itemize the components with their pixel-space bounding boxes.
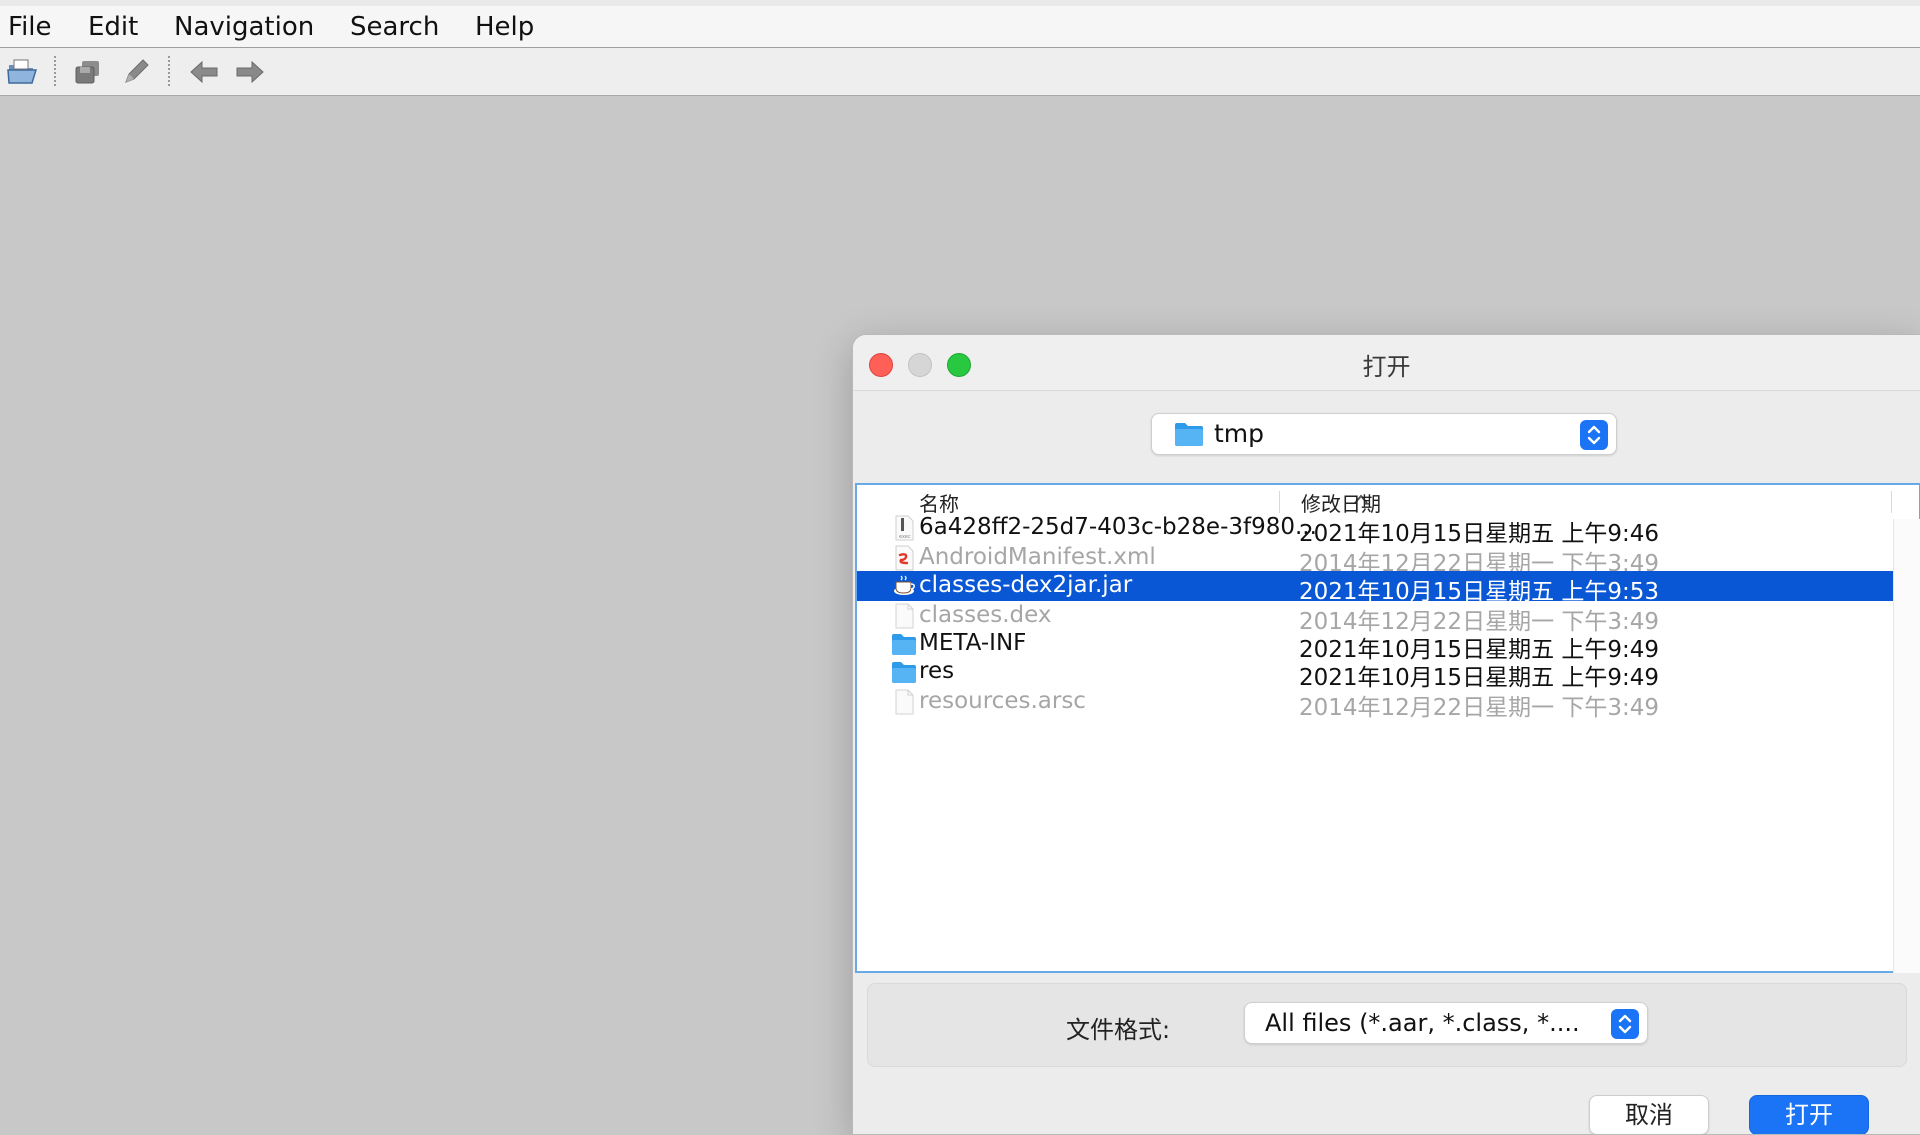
file-list[interactable]: 名称 修改日期 exec 6a428ff2-25d7-403c-b28e-3f9… [855, 483, 1920, 973]
folder-icon [892, 662, 916, 683]
xml-file-icon [895, 545, 914, 571]
folder-select[interactable]: tmp [1151, 413, 1617, 455]
menu-navigation[interactable]: Navigation [174, 12, 314, 42]
cancel-button[interactable]: 取消 [1589, 1095, 1709, 1134]
file-format-value: All files (*.aar, *.class, *.... [1265, 1009, 1580, 1037]
menu-bar: File Edit Navigation Search Help [0, 0, 1920, 48]
file-name: META-INF [919, 630, 1027, 656]
forward-arrow-icon[interactable] [234, 56, 266, 88]
toolbar-separator [54, 56, 56, 86]
open-button[interactable]: 打开 [1749, 1095, 1869, 1134]
chevron-up-down-icon [1618, 1014, 1632, 1034]
folder-icon [1175, 423, 1203, 446]
file-date: 2014年12月22日星期一 下午3:49 [1299, 695, 1660, 721]
file-name: res [919, 658, 955, 684]
file-row[interactable]: res 2021年10月15日星期五 上午9:49 [857, 657, 1893, 691]
file-row[interactable]: resources.arsc 2014年12月22日星期一 下午3:49 [857, 687, 1893, 721]
file-format-label: 文件格式: [1066, 1016, 1171, 1044]
column-divider [1891, 491, 1892, 513]
toolbar-separator [168, 56, 170, 86]
file-format-select[interactable]: All files (*.aar, *.class, *.... [1244, 1002, 1648, 1044]
edit-pencil-icon[interactable] [120, 56, 152, 88]
file-name: resources.arsc [919, 688, 1086, 714]
menu-edit[interactable]: Edit [88, 12, 138, 42]
vertical-scrollbar[interactable] [1893, 519, 1920, 973]
open-file-icon[interactable] [6, 56, 38, 88]
save-all-icon[interactable] [72, 56, 104, 88]
file-format-stepper[interactable] [1611, 1009, 1639, 1039]
menu-help[interactable]: Help [475, 12, 534, 42]
toolbar [0, 48, 1920, 96]
file-icon: exec [895, 515, 914, 541]
svg-text:exec: exec [899, 534, 911, 540]
open-file-dialog: 打开 tmp 名称 修改日期 exec 6a428ff2-25d7-403c-b… [852, 334, 1920, 1135]
folder-select-value: tmp [1214, 419, 1265, 448]
dialog-titlebar[interactable]: 打开 [853, 335, 1920, 391]
file-name: 6a428ff2-25d7-403c-b28e-3f980... [919, 514, 1317, 540]
file-format-panel: 文件格式: All files (*.aar, *.class, *.... [867, 983, 1907, 1067]
menu-file[interactable]: File [8, 12, 52, 42]
back-arrow-icon[interactable] [188, 56, 220, 88]
file-row-selected[interactable]: classes-dex2jar.jar 2021年10月15日星期五 上午9:5… [857, 571, 1893, 605]
column-divider[interactable] [1279, 491, 1280, 513]
chevron-up-down-icon [1587, 425, 1601, 445]
file-row[interactable]: META-INF 2021年10月15日星期五 上午9:49 [857, 629, 1893, 663]
blank-file-icon [895, 603, 914, 629]
file-name: classes.dex [919, 602, 1052, 628]
file-row[interactable]: classes.dex 2014年12月22日星期一 下午3:49 [857, 601, 1893, 635]
file-name: classes-dex2jar.jar [919, 572, 1133, 598]
folder-select-stepper[interactable] [1580, 420, 1608, 450]
blank-file-icon [895, 689, 914, 715]
file-row[interactable]: exec 6a428ff2-25d7-403c-b28e-3f980... 20… [857, 513, 1893, 547]
menu-search[interactable]: Search [350, 12, 439, 42]
dialog-title: 打开 [1362, 353, 1411, 381]
java-jar-icon [894, 575, 915, 595]
folder-icon [892, 634, 916, 655]
file-name: AndroidManifest.xml [919, 544, 1156, 570]
file-row[interactable]: AndroidManifest.xml 2014年12月22日星期一 下午3:4… [857, 543, 1893, 577]
